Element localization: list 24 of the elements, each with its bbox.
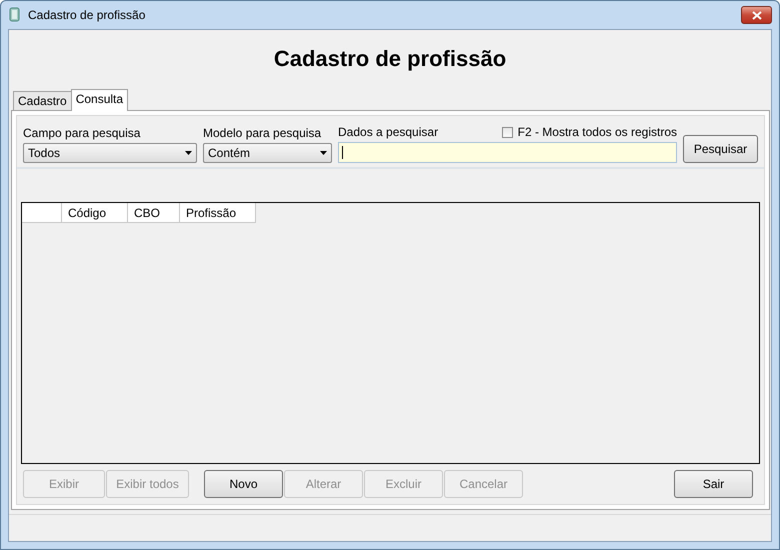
search-model-dropdown[interactable]: Contém [203, 143, 332, 163]
column-header[interactable]: CBO [128, 203, 180, 223]
search-field-dropdown[interactable]: Todos [23, 143, 197, 163]
field-label: Dados a pesquisar [338, 125, 438, 139]
caret-icon [185, 151, 192, 155]
close-icon [752, 10, 762, 20]
column-header[interactable]: Código [62, 203, 128, 223]
field-label: Modelo para pesquisa [203, 126, 322, 140]
action-button[interactable]: Sair [674, 470, 753, 498]
checkbox-label: F2 - Mostra todos os registros [518, 125, 677, 139]
app-icon [8, 7, 22, 23]
form-heading: Cadastro de profissão [274, 46, 506, 71]
search-input[interactable] [338, 142, 677, 163]
header-cell [22, 203, 62, 223]
checkbox[interactable] [502, 126, 513, 138]
action-button[interactable]: Novo [204, 470, 283, 498]
column-header[interactable]: Profissão [180, 203, 256, 223]
tab[interactable]: Consulta [70, 89, 128, 111]
close-button[interactable] [741, 6, 772, 24]
field-label: Campo para pesquisa [23, 126, 142, 140]
tab[interactable]: Cadastro [13, 91, 72, 110]
window-title: Cadastro de profissão [28, 8, 146, 22]
search-button[interactable]: Pesquisar [683, 135, 758, 163]
caret-icon [320, 151, 327, 155]
